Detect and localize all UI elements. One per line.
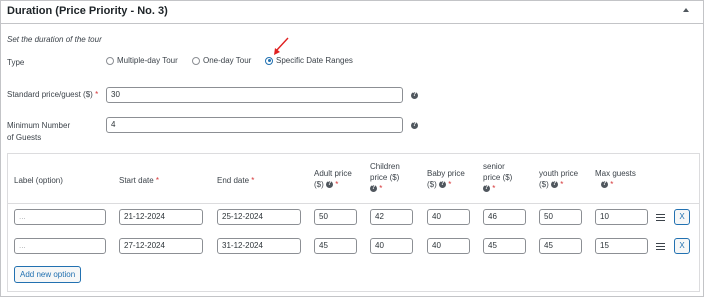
radio-one-day[interactable]: One-day Tour bbox=[192, 56, 251, 65]
min-guests-label-line2: of Guests bbox=[7, 133, 42, 142]
baby-price-input[interactable]: 40 bbox=[427, 238, 470, 254]
help-icon[interactable]: ? bbox=[326, 181, 334, 189]
drag-hamburger-icon[interactable] bbox=[656, 243, 665, 251]
header-text: price ($) bbox=[483, 173, 513, 182]
remove-row-button[interactable]: X bbox=[674, 209, 690, 225]
radio-label: Multiple-day Tour bbox=[117, 56, 178, 65]
header-youth-price: youth price ($) ? * bbox=[539, 168, 578, 190]
help-icon[interactable]: ? bbox=[551, 181, 559, 189]
min-guests-label: Minimum Number of Guests bbox=[7, 120, 70, 144]
collapse-triangle-icon[interactable] bbox=[683, 8, 689, 12]
header-children-price: Children price ($) ? * bbox=[370, 161, 400, 194]
header-baby-price: Baby price ($) ? * bbox=[427, 168, 465, 190]
header-text: Children bbox=[370, 162, 400, 171]
required-asterisk: * bbox=[610, 180, 614, 189]
senior-price-input[interactable]: 46 bbox=[483, 209, 526, 225]
radio-multiple-day[interactable]: Multiple-day Tour bbox=[106, 56, 178, 65]
radio-circle-icon[interactable] bbox=[192, 56, 200, 65]
help-icon[interactable]: ? bbox=[483, 185, 490, 193]
help-icon[interactable]: ? bbox=[411, 92, 418, 99]
standard-price-input[interactable]: 30 bbox=[106, 87, 403, 103]
panel-header[interactable]: Duration (Price Priority - No. 3) bbox=[1, 1, 703, 24]
header-text: Start date bbox=[119, 176, 154, 185]
children-price-input[interactable]: 40 bbox=[370, 238, 413, 254]
header-text: Adult price bbox=[314, 169, 352, 178]
header-text: youth price bbox=[539, 169, 579, 178]
header-label-option: Label (option) bbox=[14, 176, 63, 185]
senior-price-input[interactable]: 45 bbox=[483, 238, 526, 254]
header-text: Max guests bbox=[595, 169, 636, 178]
header-text: senior bbox=[483, 162, 505, 171]
drag-hamburger-icon[interactable] bbox=[656, 214, 665, 222]
header-text: price ($) bbox=[370, 173, 400, 182]
header-adult-price: Adult price ($) ? * bbox=[314, 168, 352, 190]
standard-price-label: Standard price/guest ($) * bbox=[7, 90, 98, 99]
header-text: ($) bbox=[314, 180, 324, 189]
max-guests-input[interactable]: 15 bbox=[595, 238, 648, 254]
adult-price-input[interactable]: 45 bbox=[314, 238, 357, 254]
table-header-divider bbox=[8, 203, 699, 204]
min-guests-label-line1: Minimum Number bbox=[7, 121, 71, 130]
help-icon[interactable]: ? bbox=[370, 185, 377, 193]
adult-price-input[interactable]: 50 bbox=[314, 209, 357, 225]
start-date-input[interactable]: 21-12-2024 bbox=[119, 209, 203, 225]
add-new-option-button[interactable]: Add new option bbox=[14, 266, 82, 283]
required-asterisk: * bbox=[379, 184, 383, 193]
required-asterisk: * bbox=[155, 176, 160, 185]
header-text: ($) bbox=[427, 180, 437, 189]
section-description: Set the duration of the tour bbox=[7, 35, 102, 44]
end-date-input[interactable]: 25-12-2024 bbox=[217, 209, 301, 225]
required-asterisk: * bbox=[448, 180, 452, 189]
panel-title: Duration (Price Priority - No. 3) bbox=[7, 5, 168, 17]
baby-price-input[interactable]: 40 bbox=[427, 209, 470, 225]
duration-panel: Duration (Price Priority - No. 3) Set th… bbox=[0, 0, 704, 297]
header-text: End date bbox=[217, 176, 250, 185]
min-guests-input[interactable]: 4 bbox=[106, 117, 403, 133]
option-label-input[interactable]: ... bbox=[14, 238, 106, 254]
red-arrow-icon bbox=[274, 37, 289, 55]
required-asterisk: * bbox=[560, 180, 564, 189]
header-max-guests: Max guests ? * bbox=[595, 168, 636, 190]
header-senior-price: senior price ($) ? * bbox=[483, 161, 512, 194]
header-end-date: End date * bbox=[217, 175, 254, 186]
help-icon[interactable]: ? bbox=[439, 181, 447, 189]
remove-row-button[interactable]: X bbox=[674, 238, 690, 254]
header-text: ($) bbox=[539, 180, 549, 189]
standard-price-label-text: Standard price/guest ($) bbox=[7, 90, 93, 99]
youth-price-input[interactable]: 50 bbox=[539, 209, 582, 225]
required-asterisk: * bbox=[492, 184, 496, 193]
children-price-input[interactable]: 42 bbox=[370, 209, 413, 225]
radio-circle-icon[interactable] bbox=[106, 56, 114, 65]
help-icon[interactable]: ? bbox=[601, 181, 608, 189]
youth-price-input[interactable]: 45 bbox=[539, 238, 582, 254]
header-start-date: Start date * bbox=[119, 175, 159, 186]
type-label: Type bbox=[7, 58, 25, 67]
start-date-input[interactable]: 27-12-2024 bbox=[119, 238, 203, 254]
header-text: Baby price bbox=[427, 169, 465, 178]
help-icon[interactable]: ? bbox=[411, 122, 418, 129]
end-date-input[interactable]: 31-12-2024 bbox=[217, 238, 301, 254]
option-label-input[interactable]: ... bbox=[14, 209, 106, 225]
date-range-table: Label (option) Start date * End date * A… bbox=[7, 153, 700, 292]
required-asterisk: * bbox=[95, 90, 99, 99]
required-asterisk: * bbox=[251, 176, 255, 185]
required-asterisk: * bbox=[335, 180, 339, 189]
radio-label: One-day Tour bbox=[203, 56, 252, 65]
max-guests-input[interactable]: 10 bbox=[595, 209, 648, 225]
